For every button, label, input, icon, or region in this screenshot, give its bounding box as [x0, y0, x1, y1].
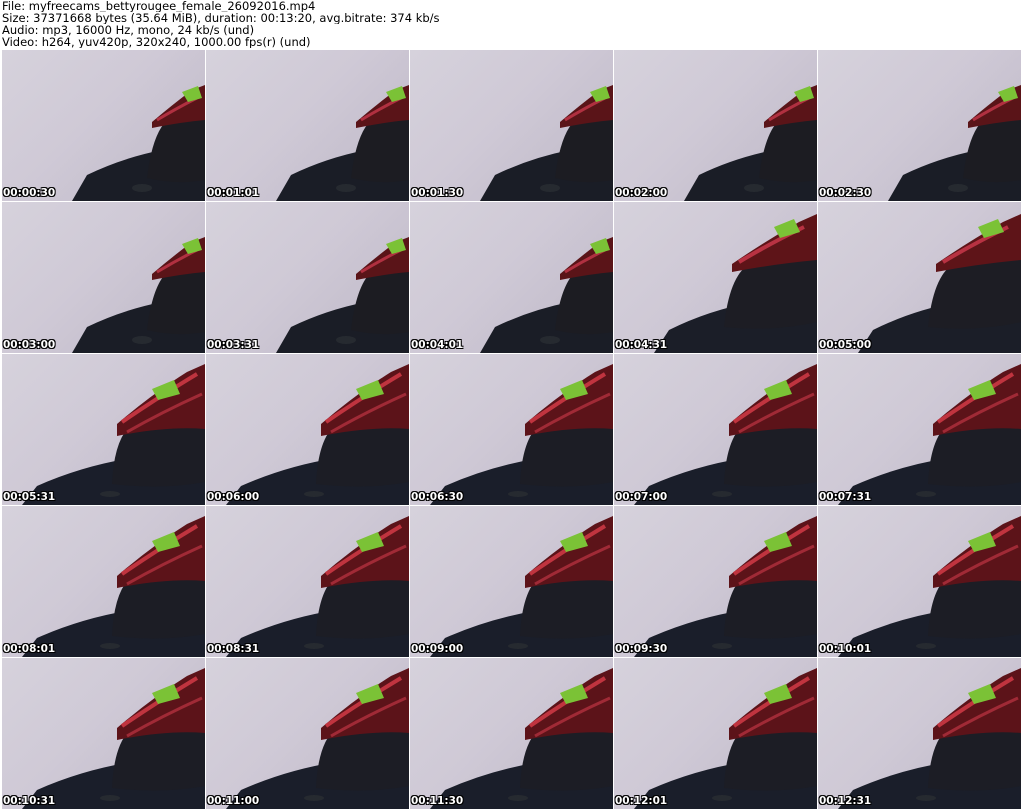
thumbnail-timestamp: 00:11:30 — [411, 795, 464, 807]
thumbnail-image — [634, 668, 817, 809]
thumbnail-timestamp: 00:00:30 — [3, 187, 56, 199]
thumbnail-image — [226, 516, 409, 657]
video-thumbnail: 00:08:31 — [206, 506, 409, 657]
thumbnail-timestamp: 00:07:31 — [819, 491, 872, 503]
video-thumbnail: 00:03:00 — [2, 202, 205, 353]
video-thumbnail: 00:07:31 — [818, 354, 1021, 505]
thumbnail-timestamp: 00:04:31 — [615, 339, 668, 351]
video-thumbnail: 00:09:00 — [410, 506, 613, 657]
thumbnail-grid: 00:00:30 00:01:01 00:01:30 00:02:00 00:02:30… — [2, 50, 1024, 810]
thumbnail-timestamp: 00:10:31 — [3, 795, 56, 807]
thumbnail-image — [838, 364, 1021, 505]
video-thumbnail: 00:07:00 — [614, 354, 817, 505]
thumbnail-timestamp: 00:04:01 — [411, 339, 464, 351]
video-thumbnail: 00:02:00 — [614, 50, 817, 201]
video-thumbnail: 00:06:30 — [410, 354, 613, 505]
thumbnail-image — [858, 214, 1021, 353]
thumbnail-timestamp: 00:01:01 — [207, 187, 260, 199]
thumbnail-timestamp: 00:08:31 — [207, 643, 260, 655]
video-thumbnail: 00:04:31 — [614, 202, 817, 353]
video-thumbnail: 00:00:30 — [2, 50, 205, 201]
video-thumbnail: 00:01:30 — [410, 50, 613, 201]
thumbnail-timestamp: 00:02:30 — [819, 187, 872, 199]
file-name-line: File: myfreecams_bettyrougee_female_2609… — [2, 0, 316, 12]
thumbnail-image — [480, 237, 613, 353]
video-thumbnail: 00:06:00 — [206, 354, 409, 505]
thumbnail-timestamp: 00:06:30 — [411, 491, 464, 503]
thumbnail-image — [226, 364, 409, 505]
thumbnail-image — [480, 85, 613, 201]
video-thumbnail: 00:05:31 — [2, 354, 205, 505]
thumbnail-image — [430, 364, 613, 505]
thumbnail-image — [838, 668, 1021, 809]
thumbnail-image — [634, 364, 817, 505]
video-thumbnail: 00:12:01 — [614, 658, 817, 809]
video-thumbnail: 00:01:01 — [206, 50, 409, 201]
thumbnail-timestamp: 00:06:00 — [207, 491, 260, 503]
thumbnail-image — [654, 214, 817, 353]
thumbnail-timestamp: 00:03:00 — [3, 339, 56, 351]
thumbnail-timestamp: 00:08:01 — [3, 643, 56, 655]
thumbnail-image — [838, 516, 1021, 657]
video-thumbnail: 00:04:01 — [410, 202, 613, 353]
thumbnail-timestamp: 00:09:00 — [411, 643, 464, 655]
thumbnail-image — [430, 668, 613, 809]
thumbnail-image — [22, 364, 205, 505]
file-size-line: Size: 37371668 bytes (35.64 MiB), durati… — [2, 12, 440, 24]
video-thumbnail: 00:11:30 — [410, 658, 613, 809]
thumbnail-image — [888, 85, 1021, 201]
thumbnail-image — [684, 85, 817, 201]
thumbnail-image — [22, 516, 205, 657]
thumbnail-timestamp: 00:07:00 — [615, 491, 668, 503]
thumbnail-image — [22, 668, 205, 809]
thumbnail-image — [430, 516, 613, 657]
thumbnail-timestamp: 00:12:31 — [819, 795, 872, 807]
thumbnail-timestamp: 00:10:01 — [819, 643, 872, 655]
thumbnail-timestamp: 00:09:30 — [615, 643, 668, 655]
thumbnail-timestamp: 00:05:00 — [819, 339, 872, 351]
video-thumbnail: 00:11:00 — [206, 658, 409, 809]
video-thumbnail: 00:10:01 — [818, 506, 1021, 657]
video-thumbnail: 00:09:30 — [614, 506, 817, 657]
thumbnail-image — [72, 237, 205, 353]
thumbnail-timestamp: 00:02:00 — [615, 187, 668, 199]
file-info-header: File: myfreecams_bettyrougee_female_2609… — [2, 0, 1022, 48]
video-thumbnail: 00:05:00 — [818, 202, 1021, 353]
video-thumbnail: 00:03:31 — [206, 202, 409, 353]
audio-info-line: Audio: mp3, 16000 Hz, mono, 24 kb/s (und… — [2, 24, 255, 36]
thumbnail-image — [276, 85, 409, 201]
thumbnail-timestamp: 00:12:01 — [615, 795, 668, 807]
thumbnail-timestamp: 00:11:00 — [207, 795, 260, 807]
thumbnail-image — [226, 668, 409, 809]
video-thumbnail: 00:12:31 — [818, 658, 1021, 809]
thumbnail-image — [634, 516, 817, 657]
video-thumbnail: 00:02:30 — [818, 50, 1021, 201]
thumbnail-timestamp: 00:05:31 — [3, 491, 56, 503]
video-thumbnail: 00:08:01 — [2, 506, 205, 657]
thumbnail-timestamp: 00:01:30 — [411, 187, 464, 199]
thumbnail-image — [72, 85, 205, 201]
video-info-line: Video: h264, yuv420p, 320x240, 1000.00 f… — [2, 36, 311, 48]
video-thumbnail: 00:10:31 — [2, 658, 205, 809]
thumbnail-image — [276, 237, 409, 353]
thumbnail-timestamp: 00:03:31 — [207, 339, 260, 351]
